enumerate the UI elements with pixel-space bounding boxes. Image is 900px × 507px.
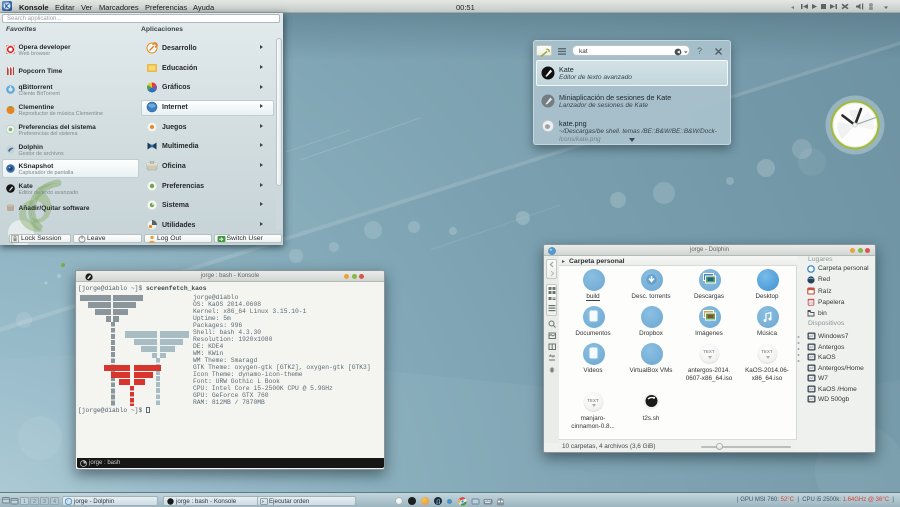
svg-text:?: ?: [697, 46, 702, 56]
